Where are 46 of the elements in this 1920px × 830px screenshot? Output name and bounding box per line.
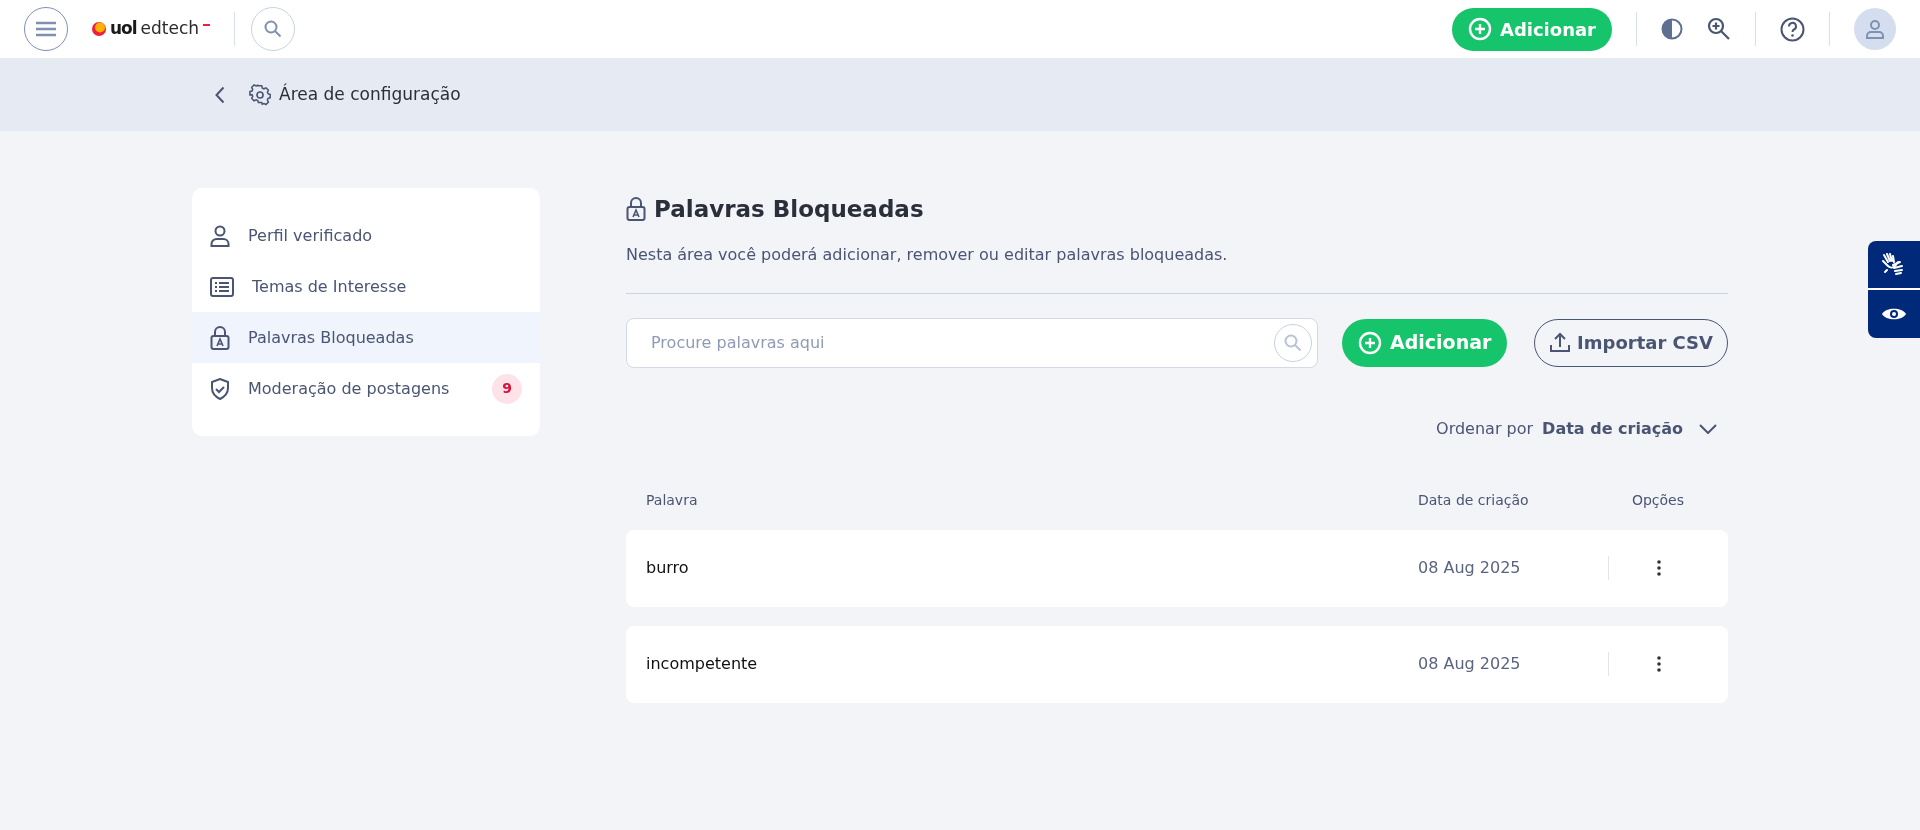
section-title: Palavras Bloqueadas	[654, 195, 924, 224]
upload-icon	[1549, 331, 1572, 354]
person-icon	[1865, 19, 1885, 39]
back-icon[interactable]	[215, 85, 225, 104]
search-icon	[264, 20, 283, 38]
sidebar-item[interactable]: Temas de Interesse	[192, 261, 540, 312]
zoom-in-icon[interactable]	[1707, 17, 1731, 41]
sidebar-item[interactable]: Palavras Bloqueadas	[192, 312, 540, 363]
plus-circle-icon	[1358, 330, 1382, 355]
sort-dropdown[interactable]: Data de criação	[1541, 415, 1718, 442]
sort-label: Ordenar por	[1436, 417, 1534, 440]
lock-icon	[210, 325, 230, 350]
logo-product: edtech	[140, 17, 200, 41]
more-options-icon[interactable]	[1656, 656, 1661, 672]
column-header: Opções	[1631, 490, 1685, 510]
column-header: Palavra	[646, 491, 698, 508]
shield-icon	[210, 377, 230, 400]
date-text: 08 Aug 2025	[1418, 654, 1521, 673]
avatar[interactable]	[1854, 8, 1896, 50]
person-icon	[210, 224, 230, 247]
page-title: Área de configuração	[279, 82, 461, 106]
column-header: Data de criação	[1418, 491, 1529, 508]
settings-icon	[249, 83, 271, 106]
sidebar-item[interactable]: Perfil verificado	[192, 210, 540, 261]
menu-button[interactable]	[24, 7, 68, 51]
lock-icon	[626, 197, 646, 222]
date-text: 08 Aug 2025	[1418, 558, 1521, 577]
section-description: Nesta área você poderá adicionar, remover ou editar palavras bloqueadas.	[626, 243, 1229, 266]
logo-brand: uol	[110, 17, 137, 41]
logo-underscore	[203, 23, 211, 26]
count-badge: 9	[492, 373, 522, 404]
eye-icon	[1881, 306, 1907, 322]
menu-icon	[35, 21, 57, 37]
more-options-icon[interactable]	[1656, 560, 1661, 576]
list-icon	[210, 276, 234, 297]
help-icon[interactable]	[1780, 16, 1805, 42]
logo-icon	[92, 22, 106, 36]
word-text: incompetente	[646, 654, 758, 673]
contrast-icon[interactable]	[1661, 18, 1683, 40]
chevron-down-icon	[1699, 423, 1717, 434]
plus-circle-icon	[1467, 17, 1492, 41]
search-field[interactable]: Procure palavras aqui	[626, 317, 1318, 368]
search-icon	[1284, 333, 1302, 352]
search-button[interactable]	[251, 7, 296, 51]
sidebar-item[interactable]: Moderação de postagens 9	[192, 363, 540, 414]
word-text: burro	[646, 558, 689, 577]
